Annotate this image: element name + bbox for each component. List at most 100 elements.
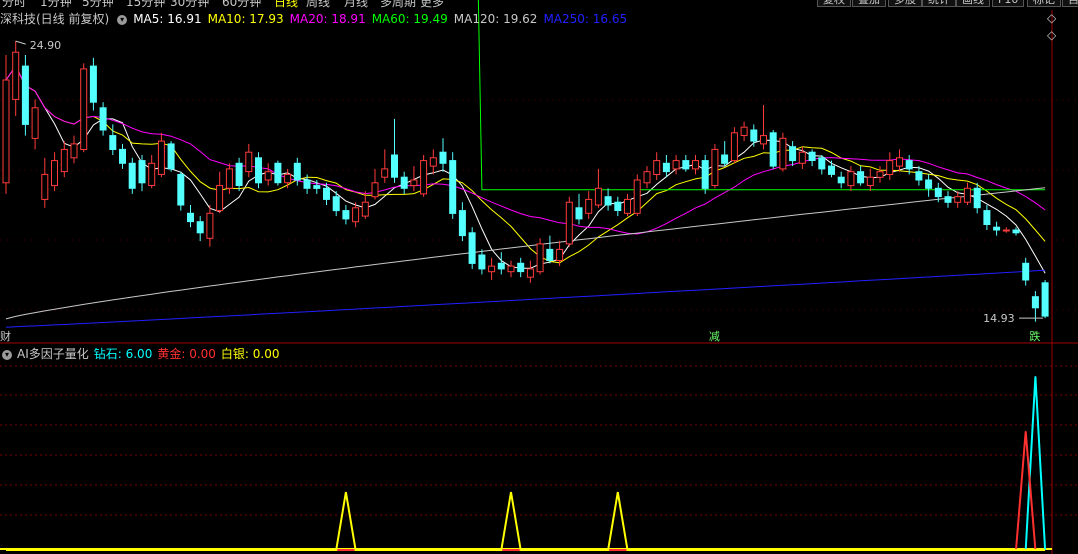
candle-15 — [148, 155, 156, 189]
dropdown-circle-icon[interactable]: ▾ — [117, 14, 128, 25]
candle-1 — [12, 41, 20, 117]
ma-label-ma10: MA10: 17.93 — [207, 12, 284, 26]
candle-70 — [682, 155, 690, 172]
indicator-value-2: 白银: 0.00 — [220, 347, 280, 361]
candle-65 — [633, 174, 641, 217]
candle-7 — [70, 135, 78, 164]
main-chart-header: 深科技(日线 前复权) ▾ MA5: 16.91 MA10: 17.93 MA20: 1… — [0, 10, 1040, 28]
candle-2 — [21, 55, 29, 136]
candle-77 — [750, 124, 758, 147]
candle-23 — [225, 163, 233, 194]
candle-95 — [925, 174, 933, 197]
candle-38 — [371, 168, 379, 200]
candle-84 — [818, 155, 826, 175]
candle-52 — [507, 260, 515, 278]
gear-icon[interactable]: ◇ — [1047, 11, 1056, 25]
candlesticks — [2, 41, 1049, 322]
candle-72 — [701, 155, 709, 194]
candle-81 — [789, 141, 797, 167]
candle-59 — [575, 193, 583, 225]
candle-0 — [2, 55, 10, 194]
event-marker-0[interactable]: 财 — [0, 329, 11, 343]
ma-label-ma5: MA5: 16.91 — [133, 12, 202, 26]
kline-chart[interactable]: 24.90 14.93 财 减 跌 — [0, 0, 1078, 554]
candle-13 — [128, 157, 136, 194]
candle-10 — [99, 102, 107, 136]
candle-107 — [1041, 280, 1049, 319]
event-marker-1[interactable]: 减 — [709, 330, 720, 343]
candle-33 — [323, 182, 330, 205]
candle-55 — [536, 238, 544, 275]
grid-lines — [0, 10, 1078, 554]
stock-title[interactable]: 深科技(日线 前复权) — [0, 12, 109, 26]
indicator-peak-2-0 — [345, 491, 347, 493]
candle-106 — [1031, 291, 1039, 322]
candle-45 — [439, 138, 447, 172]
candle-103 — [1002, 227, 1010, 233]
candle-91 — [886, 152, 894, 180]
candle-69 — [672, 155, 680, 175]
candle-74 — [721, 141, 729, 167]
indicator-peak-2-1 — [510, 491, 512, 493]
indicator-series-0 — [6, 376, 1047, 551]
ma-line-ma250 — [5, 269, 1046, 328]
indicator-dropdown-icon[interactable]: ▾ — [2, 349, 12, 360]
candle-62 — [604, 188, 612, 211]
candle-64 — [624, 193, 631, 217]
candle-9 — [89, 57, 97, 111]
candle-86 — [837, 171, 845, 189]
indicator-value-1: 黄金: 0.00 — [157, 347, 216, 361]
candle-47 — [458, 202, 466, 242]
candle-16 — [157, 132, 165, 178]
chart-markers: 24.90 14.93 财 减 跌 — [0, 39, 1044, 343]
indicator-header: ▾ AI多因子量化 钻石: 6.00 黄金: 0.00 白银: 0.00 — [0, 345, 900, 361]
candle-90 — [876, 166, 884, 183]
candle-29 — [284, 168, 292, 189]
low-price-label: 14.93 — [983, 312, 1015, 325]
indicator-name[interactable]: AI多因子量化 — [17, 347, 89, 361]
candle-101 — [983, 205, 991, 230]
candle-12 — [119, 143, 126, 169]
candle-54 — [526, 260, 534, 283]
candle-60 — [585, 191, 593, 219]
candle-100 — [973, 182, 981, 214]
high-price-label: 24.90 — [30, 39, 62, 52]
candle-79 — [769, 130, 777, 169]
candle-17 — [167, 141, 175, 172]
candle-22 — [216, 171, 224, 214]
ma-label-ma20: MA20: 18.91 — [289, 12, 366, 26]
candle-50 — [488, 257, 496, 280]
candle-58 — [565, 196, 573, 247]
indicator-series-1 — [6, 431, 1046, 551]
candle-85 — [828, 160, 835, 178]
indicator-peak-1-0 — [1025, 430, 1027, 432]
indicator-lines — [6, 376, 1047, 551]
candle-102 — [993, 221, 1001, 236]
candle-83 — [808, 149, 816, 167]
indicator-series-2 — [6, 492, 1046, 551]
candle-5 — [51, 152, 58, 192]
ma-label-ma120: MA120: 19.62 — [453, 12, 538, 26]
candle-71 — [692, 155, 699, 175]
candle-6 — [60, 141, 68, 178]
candle-89 — [866, 168, 874, 192]
candle-97 — [944, 191, 952, 208]
ma-label-ma250: MA250: 16.65 — [543, 12, 628, 26]
candle-61 — [594, 168, 602, 208]
candle-8 — [80, 63, 88, 153]
event-marker-2[interactable]: 跌 — [1029, 329, 1040, 343]
settings-icon[interactable]: ◇ — [1047, 28, 1056, 42]
candle-66 — [643, 166, 651, 189]
candle-78 — [760, 105, 767, 150]
candle-19 — [187, 205, 194, 228]
candle-88 — [857, 166, 865, 186]
candle-99 — [963, 182, 971, 205]
candle-44 — [429, 149, 437, 175]
high-price-pointer — [15, 40, 26, 45]
candle-26 — [255, 152, 262, 189]
candle-105 — [1022, 257, 1030, 286]
candle-24 — [235, 157, 243, 192]
candle-43 — [420, 155, 428, 197]
candle-53 — [517, 257, 525, 278]
candle-67 — [653, 152, 661, 180]
